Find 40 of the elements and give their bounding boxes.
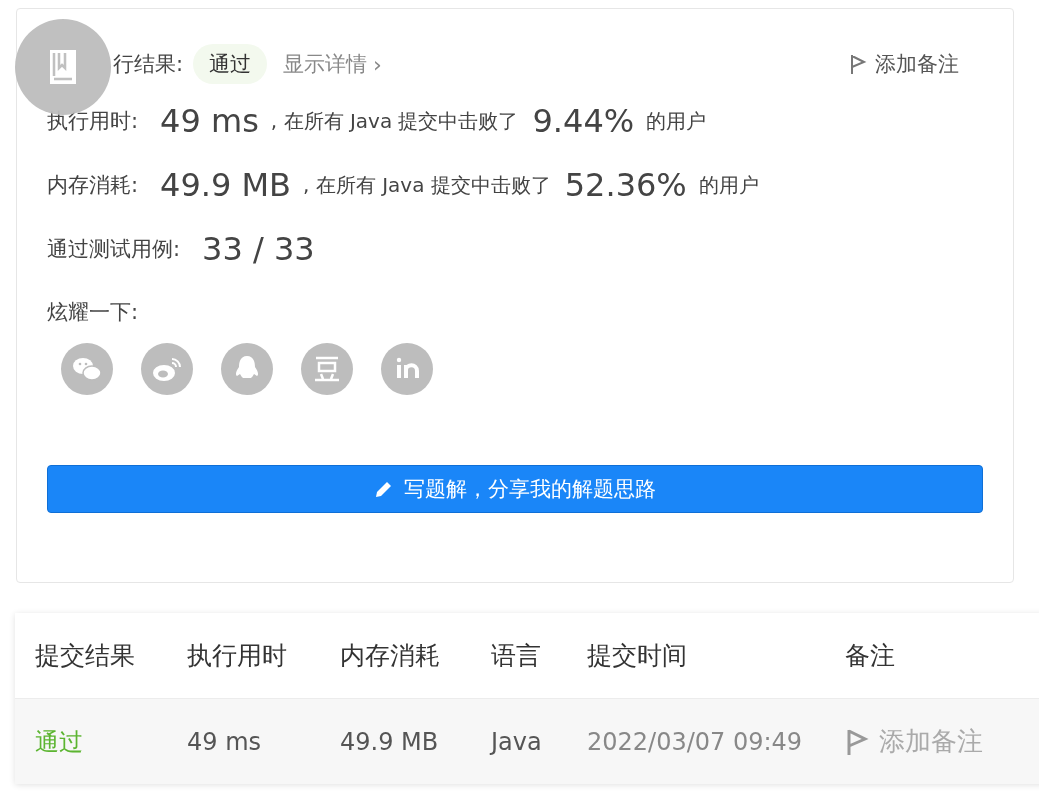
flag-icon (845, 727, 869, 756)
chat-bubbles-icon[interactable] (61, 343, 113, 395)
column-header: 提交结果 (35, 640, 135, 672)
result-label: 行结果: (113, 51, 184, 78)
status-badge: 通过 (193, 44, 268, 84)
details-link[interactable]: 显示详情 (283, 50, 368, 78)
stat-text: , 在所有 Java 提交中击败了 (270, 107, 519, 135)
stat-text: , 在所有 Java 提交中击败了 (303, 171, 551, 199)
add-note-button[interactable]: 添加备注 (849, 50, 959, 78)
percent-value: 52.36% (564, 166, 687, 204)
stat-label: 执行用时: (47, 108, 139, 135)
flag-icon (849, 53, 867, 75)
stat-text: 的用户 (698, 171, 759, 199)
stat-value: 49 ms (160, 102, 259, 140)
column-header: 内存消耗 (340, 640, 440, 672)
column-header: 执行用时 (187, 640, 287, 672)
table-cell: 49 ms (187, 727, 262, 756)
column-header: 提交时间 (587, 640, 687, 672)
tests-label: 通过测试用例: (47, 236, 181, 263)
column-header: 语言 (491, 640, 541, 672)
write-solution-button[interactable]: 写题解，分享我的解题思路 (47, 465, 983, 513)
column-header: 备注 (845, 640, 895, 672)
add-note-button[interactable]: 添加备注 (845, 724, 983, 759)
penguin-icon[interactable] (221, 343, 273, 395)
table-cell: 49.9 MB (340, 727, 439, 756)
share-label: 炫耀一下: (47, 299, 139, 326)
stat-text: 的用户 (646, 107, 707, 135)
book-icon (48, 48, 78, 86)
percent-value: 9.44% (532, 102, 635, 140)
stat-label: 内存消耗: (47, 172, 139, 199)
chevron-icon: › (373, 51, 382, 77)
table-cell: 2022/03/07 09:49 (587, 727, 803, 756)
eye-swirl-icon[interactable] (141, 343, 193, 395)
result-cell[interactable]: 通过 (35, 725, 83, 758)
tests-value: 33 / 33 (202, 230, 315, 268)
pencil-icon (374, 479, 394, 499)
stat-value: 49.9 MB (160, 166, 292, 204)
network-icon[interactable] (381, 343, 433, 395)
table-cell: Java (491, 727, 542, 756)
bean-glyph-icon[interactable] (301, 343, 353, 395)
